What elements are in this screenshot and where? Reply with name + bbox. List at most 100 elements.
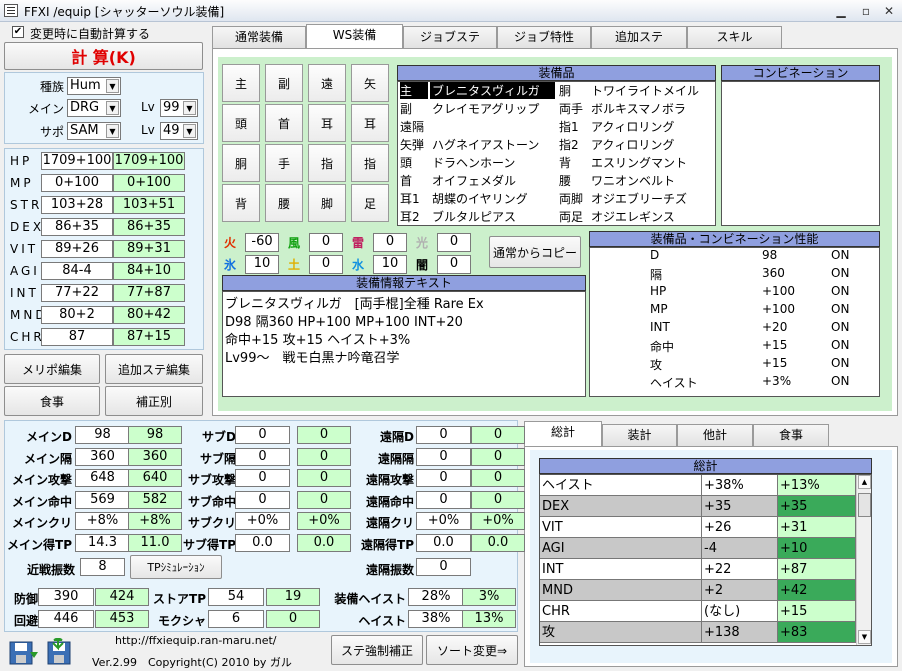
correction-button[interactable]: 補正別 bbox=[105, 386, 203, 416]
summary-row[interactable]: 攻 +138 +83 bbox=[540, 622, 860, 643]
tab-normal-equip[interactable]: 通常装備 bbox=[212, 26, 306, 48]
tab-summary-other[interactable]: 他計 bbox=[677, 424, 753, 446]
slot-button-14[interactable]: 脚 bbox=[308, 184, 346, 222]
slot-button-1[interactable]: 副 bbox=[265, 64, 303, 102]
equip-item-right-7[interactable]: オジエレギンス bbox=[589, 208, 716, 225]
equip-item-left-1[interactable]: クレイモアグリップ bbox=[430, 100, 555, 117]
main-job-select[interactable]: DRG ▼ bbox=[67, 99, 121, 117]
tab-summary-equip[interactable]: 装計 bbox=[602, 424, 677, 446]
element-value-2[interactable]: 0 bbox=[373, 233, 407, 252]
slot-button-6[interactable]: 耳 bbox=[308, 104, 346, 142]
element-value-6[interactable]: 10 bbox=[373, 255, 407, 274]
combat-label-sub-1: サブ隔 bbox=[199, 451, 236, 466]
element-value-1[interactable]: 0 bbox=[309, 233, 343, 252]
stat-base-dex: 86+35 bbox=[41, 218, 113, 236]
combat-label-ranged-5: 遠隔得TP bbox=[361, 537, 414, 552]
auto-calc-checkbox[interactable]: ✔ bbox=[12, 26, 24, 38]
summary-total: +10 bbox=[778, 538, 856, 559]
summary-row[interactable]: MND +2 +42 bbox=[540, 580, 860, 601]
slot-button-9[interactable]: 手 bbox=[265, 144, 303, 182]
summary-row[interactable]: VIT +26 +31 bbox=[540, 517, 860, 538]
copy-from-normal-button[interactable]: 通常からコピー bbox=[489, 236, 581, 268]
tp-simulation-button[interactable]: TPｼﾐｭﾚｰｼｮﾝ bbox=[130, 555, 222, 579]
summary-row[interactable]: AGI -4 +10 bbox=[540, 538, 860, 559]
sort-change-button[interactable]: ソート変更⇒ bbox=[426, 635, 518, 665]
equip-item-left-6[interactable]: 胡蝶のイヤリング bbox=[430, 190, 555, 207]
equip-item-right-3[interactable]: アクィロリング bbox=[589, 136, 716, 153]
merit-edit-button[interactable]: メリポ編集 bbox=[4, 354, 100, 384]
save-icon[interactable] bbox=[8, 638, 40, 668]
tab-summary-total[interactable]: 総計 bbox=[524, 421, 602, 446]
perf-status-1: ON bbox=[831, 266, 850, 280]
combat-base-sub-1: 0 bbox=[235, 447, 290, 466]
maximize-button[interactable]: ▫ bbox=[855, 3, 877, 19]
equip-slot-label: 遠隔 bbox=[400, 120, 425, 134]
slot-button-2[interactable]: 遠 bbox=[308, 64, 346, 102]
tab-job-traits[interactable]: ジョブ特性 bbox=[497, 26, 591, 48]
equip-item-right-0[interactable]: トワイライトメイル bbox=[589, 82, 716, 99]
load-icon[interactable] bbox=[44, 636, 76, 668]
summary-row[interactable]: ヘイスト +38% +13% bbox=[540, 475, 860, 496]
tab-add-stats[interactable]: 追加ステ bbox=[591, 26, 687, 48]
calculate-button[interactable]: 計 算(K) bbox=[4, 42, 203, 70]
slot-button-0[interactable]: 主 bbox=[222, 64, 260, 102]
element-value-7[interactable]: 0 bbox=[437, 255, 471, 274]
equip-item-left-5[interactable]: オイフェメダル bbox=[430, 172, 555, 189]
slot-button-8[interactable]: 胴 bbox=[222, 144, 260, 182]
slot-button-12[interactable]: 背 bbox=[222, 184, 260, 222]
summary-row[interactable]: CHR (なし) +15 bbox=[540, 601, 860, 622]
race-select[interactable]: Hum ▼ bbox=[67, 77, 121, 95]
slot-button-15[interactable]: 足 bbox=[351, 184, 389, 222]
force-stat-correction-button[interactable]: ステ強制補正 bbox=[331, 635, 423, 665]
equip-item-right-5[interactable]: ワニオンベルト bbox=[589, 172, 716, 189]
equip-item-right-2[interactable]: アクィロリング bbox=[589, 118, 716, 135]
scroll-down-icon[interactable]: ▼ bbox=[858, 630, 871, 644]
slot-button-10[interactable]: 指 bbox=[308, 144, 346, 182]
slot-button-5[interactable]: 首 bbox=[265, 104, 303, 142]
race-value: Hum bbox=[70, 78, 101, 93]
equip-item-left-3[interactable]: ハグネイアストーン bbox=[430, 136, 555, 153]
summary-row[interactable]: INT +22 +87 bbox=[540, 559, 860, 580]
summary-scrollbar[interactable]: ▲ ▼ bbox=[856, 475, 871, 645]
chevron-down-icon: ▼ bbox=[106, 101, 119, 115]
equip-item-left-7[interactable]: ブルタルピアス bbox=[430, 208, 555, 225]
equip-item-left-0[interactable]: ブレニタスヴィルガ bbox=[430, 82, 555, 99]
slot-button-13[interactable]: 腰 bbox=[265, 184, 303, 222]
main-lv-select[interactable]: 99 ▼ bbox=[160, 99, 198, 117]
element-value-4[interactable]: 10 bbox=[245, 255, 279, 274]
summary-row[interactable]: DEX +35 +35 bbox=[540, 496, 860, 517]
tab-ws-equip[interactable]: WS装備 bbox=[306, 24, 403, 49]
equip-item-right-4[interactable]: エスリングマント bbox=[589, 154, 716, 171]
element-value-3[interactable]: 0 bbox=[437, 233, 471, 252]
equip-text-line-2: D98 隔360 HP+100 MP+100 INT+20 bbox=[225, 315, 463, 330]
element-value-5[interactable]: 0 bbox=[309, 255, 343, 274]
equip-slot-label: 腰 bbox=[559, 174, 572, 188]
tab-summary-food[interactable]: 食事 bbox=[753, 424, 829, 446]
combat-total-ranged-0: 0 bbox=[471, 426, 525, 444]
slot-button-3[interactable]: 矢 bbox=[351, 64, 389, 102]
equip-item-right-1[interactable]: ボルキスマノボラ bbox=[589, 100, 716, 117]
minimize-button[interactable]: ▁ bbox=[830, 3, 852, 19]
slot-button-7[interactable]: 耳 bbox=[351, 104, 389, 142]
equip-item-left-4[interactable]: ドラヘンホーン bbox=[430, 154, 555, 171]
close-button[interactable]: ✕ bbox=[878, 3, 900, 19]
sub-lv-select[interactable]: 49 ▼ bbox=[160, 122, 198, 140]
combat-base-ranged-0: 0 bbox=[416, 426, 471, 444]
element-value-0[interactable]: -60 bbox=[245, 233, 279, 252]
perf-status-7: ON bbox=[831, 374, 850, 388]
equip-item-right-6[interactable]: オジエブリーチズ bbox=[589, 190, 716, 207]
food-button[interactable]: 食事 bbox=[4, 386, 100, 416]
scroll-up-icon[interactable]: ▲ bbox=[858, 475, 871, 489]
add-stat-edit-button[interactable]: 追加ステ編集 bbox=[105, 354, 203, 384]
tab-skill[interactable]: スキル bbox=[687, 26, 782, 48]
app-icon bbox=[4, 4, 18, 17]
sub-job-select[interactable]: SAM ▼ bbox=[67, 122, 121, 140]
tab-job-stats[interactable]: ジョブステ bbox=[403, 26, 497, 48]
combat-haste-base: 38% bbox=[408, 610, 464, 628]
equip-item-left-2[interactable] bbox=[430, 118, 555, 135]
footer-url[interactable]: http://ffxiequip.ran-maru.net/ bbox=[115, 634, 277, 647]
slot-button-11[interactable]: 指 bbox=[351, 144, 389, 182]
chevron-down-icon: ▼ bbox=[183, 124, 196, 138]
scroll-thumb[interactable] bbox=[858, 493, 871, 517]
slot-button-4[interactable]: 頭 bbox=[222, 104, 260, 142]
